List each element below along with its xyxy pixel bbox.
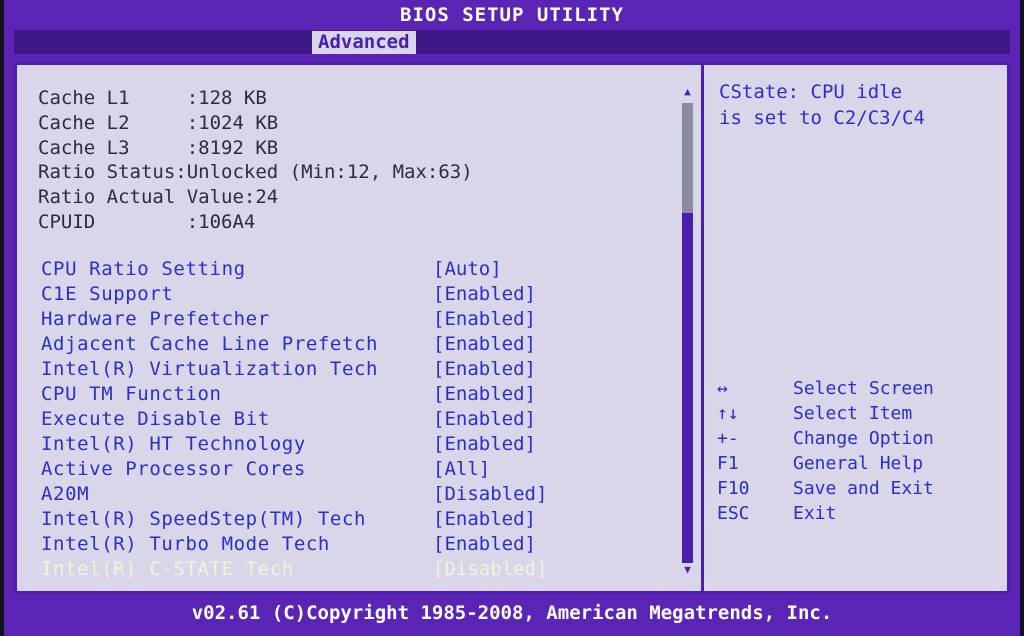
- option-value[interactable]: [All]: [433, 458, 490, 480]
- option-value[interactable]: [Enabled]: [433, 383, 536, 405]
- option-label: Intel(R) HT Technology: [41, 433, 306, 455]
- key-name: F1: [717, 453, 739, 474]
- option-row[interactable]: Active Processor Cores [All]: [41, 458, 641, 483]
- key-description: Select Screen: [793, 378, 934, 399]
- option-row[interactable]: CPU TM Function [Enabled]: [41, 383, 641, 408]
- option-label: Intel(R) Turbo Mode Tech: [41, 533, 330, 555]
- option-row[interactable]: Intel(R) Virtualization Tech [Enabled]: [41, 358, 641, 383]
- info-cache-l2: Cache L2 :1024 KB: [38, 112, 279, 134]
- option-label: Active Processor Cores: [41, 458, 306, 480]
- key-description: Exit: [793, 503, 837, 524]
- info-ratio-actual: Ratio Actual Value:24: [38, 186, 279, 208]
- option-row[interactable]: Adjacent Cache Line Prefetch [Enabled]: [41, 333, 641, 358]
- scroll-down-arrow-icon[interactable]: ▼: [681, 563, 694, 577]
- option-row[interactable]: CPU Ratio Setting [Auto]: [41, 258, 641, 283]
- key-name: +-: [717, 428, 739, 449]
- option-label: CPU Ratio Setting: [41, 258, 246, 280]
- option-row[interactable]: Intel(R) HT Technology [Enabled]: [41, 433, 641, 458]
- help-text: CState: CPU idle is set to C2/C3/C4: [719, 81, 925, 129]
- option-value[interactable]: [Enabled]: [433, 433, 536, 455]
- key-name: ↑↓: [717, 403, 739, 424]
- tab-bar: Advanced: [14, 30, 1010, 54]
- key-name: ↔: [717, 378, 728, 399]
- key-description: Change Option: [793, 428, 934, 449]
- option-row[interactable]: Execute Disable Bit [Enabled]: [41, 408, 641, 433]
- option-label: Intel(R) C-STATE Tech: [41, 558, 294, 580]
- option-label: Intel(R) Virtualization Tech: [41, 358, 379, 380]
- option-label: CPU TM Function: [41, 383, 222, 405]
- tab-advanced[interactable]: Advanced: [312, 31, 416, 54]
- info-cache-l3: Cache L3 :8192 KB: [38, 137, 279, 159]
- option-row[interactable]: Intel(R) SpeedStep(TM) Tech [Enabled]: [41, 508, 641, 533]
- option-value[interactable]: [Enabled]: [433, 408, 536, 430]
- scroll-up-arrow-icon[interactable]: ▲: [681, 85, 694, 99]
- option-label: A20M: [41, 483, 90, 505]
- option-label: Adjacent Cache Line Prefetch: [41, 333, 379, 355]
- bios-screen: BIOS SETUP UTILITY Advanced Cache L1 :12…: [4, 0, 1020, 636]
- key-description: Save and Exit: [793, 478, 934, 499]
- option-row[interactable]: Intel(R) Turbo Mode Tech [Enabled]: [41, 533, 641, 558]
- window-title: BIOS SETUP UTILITY: [400, 4, 624, 26]
- option-label: Execute Disable Bit: [41, 408, 270, 430]
- option-value[interactable]: [Disabled]: [433, 558, 547, 580]
- option-value[interactable]: [Enabled]: [433, 283, 536, 305]
- option-value[interactable]: [Enabled]: [433, 308, 536, 330]
- info-ratio-status: Ratio Status:Unlocked (Min:12, Max:63): [38, 161, 473, 183]
- scroll-thumb[interactable]: [682, 103, 693, 213]
- option-row[interactable]: A20M [Disabled]: [41, 483, 641, 508]
- option-value[interactable]: [Auto]: [433, 258, 502, 280]
- key-description: Select Item: [793, 403, 913, 424]
- info-cache-l1: Cache L1 :128 KB: [38, 87, 267, 109]
- option-row[interactable]: Intel(R) C-STATE Tech [Disabled]: [41, 558, 641, 583]
- option-row[interactable]: Hardware Prefetcher [Enabled]: [41, 308, 641, 333]
- option-label: Hardware Prefetcher: [41, 308, 270, 330]
- key-name: F10: [717, 478, 750, 499]
- option-value[interactable]: [Enabled]: [433, 508, 536, 530]
- option-value[interactable]: [Enabled]: [433, 333, 536, 355]
- option-label: Intel(R) SpeedStep(TM) Tech: [41, 508, 367, 530]
- key-name: ESC: [717, 503, 750, 524]
- option-value[interactable]: [Enabled]: [433, 358, 536, 380]
- scrollbar[interactable]: ▲ ▼: [681, 85, 694, 576]
- info-cpuid: CPUID :106A4: [38, 211, 256, 233]
- option-label: C1E Support: [41, 283, 174, 305]
- option-row[interactable]: C1E Support [Enabled]: [41, 283, 641, 308]
- panel-divider: [701, 65, 704, 591]
- key-description: General Help: [793, 453, 924, 474]
- main-panel: Cache L1 :128 KB Cache L2 :1024 KB Cache…: [14, 62, 1010, 594]
- option-value[interactable]: [Enabled]: [433, 533, 536, 555]
- copyright-footer: v02.61 (C)Copyright 1985-2008, American …: [191, 602, 833, 624]
- option-value[interactable]: [Disabled]: [433, 483, 547, 505]
